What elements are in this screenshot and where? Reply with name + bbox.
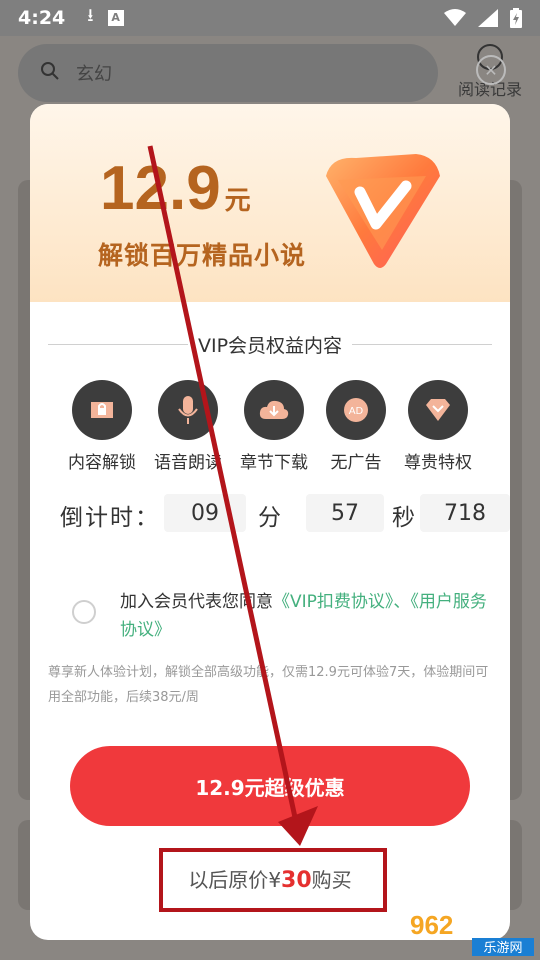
microphone-icon (158, 380, 218, 440)
download-icon: ⭳ (87, 5, 94, 26)
benefit-label: 无广告 (330, 453, 382, 473)
minutes-unit: 分 (258, 505, 281, 531)
status-bar: 4:24 ⭳ A (0, 0, 540, 36)
agreement-text: 加入会员代表您同意《VIP扣费协议》、《用户服务协议》 (120, 588, 492, 644)
vip-price: 12.9 元 (100, 158, 251, 220)
benefit-item: 尊贵特权 (396, 380, 480, 473)
agreement-prefix: 加入会员代表您同意 (120, 592, 273, 612)
search-input[interactable]: 玄幻 (18, 44, 438, 102)
benefits-list: 内容解锁 语音朗读 章节下载 AD 无广告 尊贵特权 (60, 380, 480, 476)
watermark-logo: 962 .NET 乐游网 (400, 908, 536, 956)
agree-radio[interactable] (72, 600, 96, 624)
benefit-label: 内容解锁 (68, 453, 136, 473)
benefit-label: 语音朗读 (154, 453, 222, 473)
annotation-highlight-box (159, 848, 387, 912)
svg-text:.NET: .NET (464, 917, 510, 939)
modal-subtitle: 解锁百万精品小说 (98, 241, 307, 270)
agreement: 加入会员代表您同意《VIP扣费协议》、《用户服务协议》 (72, 588, 492, 644)
benefit-label: 尊贵特权 (404, 453, 472, 473)
countdown-millis: 718 (420, 494, 510, 532)
benefit-item: 语音朗读 (146, 380, 230, 473)
countdown-timer: 倒计时： 09 分 57 秒 718 (60, 494, 510, 532)
vip-modal: 12.9 元 解锁百万精品小说 VIP会员权益内容 内容解锁 语音朗读 章节下载… (30, 104, 510, 940)
benefit-item: 章节下载 (232, 380, 316, 473)
svg-text:962: 962 (410, 910, 453, 940)
close-icon[interactable]: ✕ (476, 55, 506, 85)
vip-diamond-icon (326, 154, 440, 268)
cloud-download-icon (244, 380, 304, 440)
price-value: 12.9 (100, 154, 221, 223)
signal-icon (478, 9, 498, 27)
battery-icon (510, 8, 522, 28)
purchase-button[interactable]: 12.9元超级优惠 (70, 746, 470, 826)
benefit-item: 内容解锁 (60, 380, 144, 473)
wifi-icon (444, 9, 466, 26)
seconds-unit: 秒 (392, 505, 415, 531)
search-placeholder: 玄幻 (76, 64, 112, 85)
modal-header: 12.9 元 解锁百万精品小说 (30, 104, 510, 302)
vip-agreement-link[interactable]: 《VIP扣费协议》 (273, 592, 393, 612)
ad-icon: AD (326, 380, 386, 440)
status-time: 4:24 (18, 7, 66, 29)
diamond-icon (408, 380, 468, 440)
svg-text:乐游网: 乐游网 (483, 941, 522, 956)
divider (48, 343, 188, 345)
section-title-text: VIP会员权益内容 (197, 334, 343, 357)
countdown-seconds: 57 (306, 494, 384, 532)
benefit-label: 章节下载 (240, 453, 308, 473)
book-lock-icon (72, 380, 132, 440)
svg-text:AD: AD (349, 406, 364, 417)
price-unit: 元 (224, 185, 251, 215)
benefit-item: AD 无广告 (314, 380, 398, 473)
countdown-minutes: 09 (164, 494, 246, 532)
trial-note: 尊享新人体验计划，解锁全部高级功能，仅需12.9元可体验7天，体验期间可用全部功… (48, 665, 489, 705)
agreement-separator: 、 (393, 592, 411, 612)
countdown-label: 倒计时： (60, 505, 160, 531)
benefits-section-title: VIP会员权益内容 (48, 330, 492, 358)
divider (352, 343, 492, 345)
search-icon (40, 61, 60, 86)
font-icon: A (107, 10, 124, 26)
